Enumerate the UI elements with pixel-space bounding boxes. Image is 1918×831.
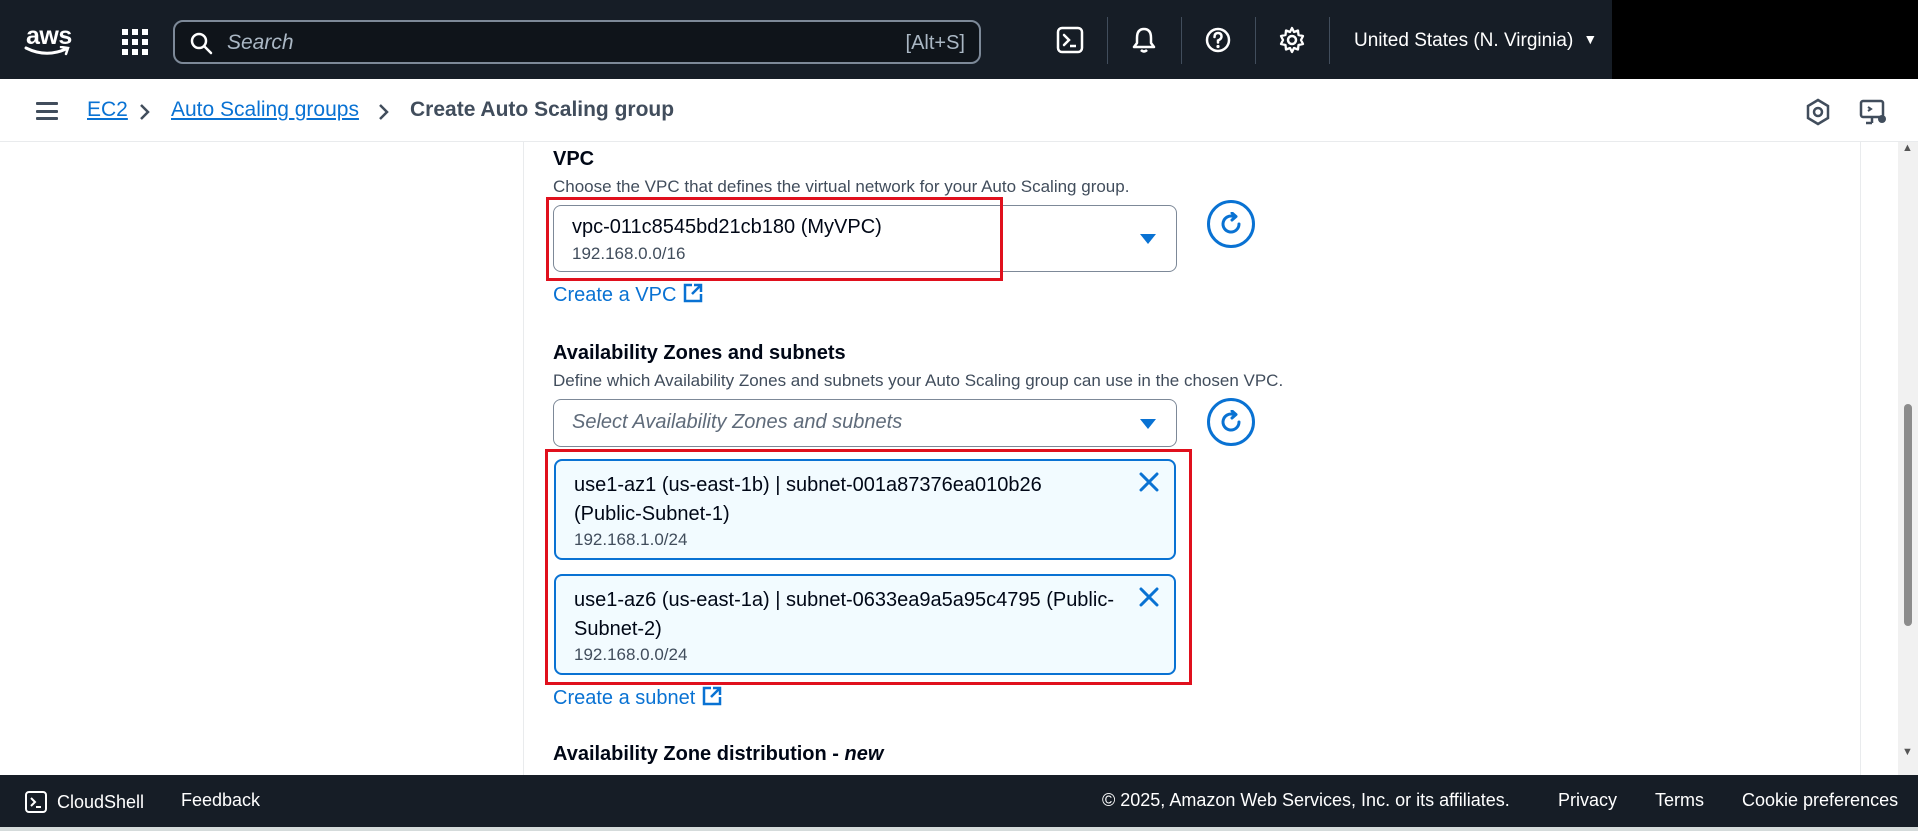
create-vpc-link[interactable]: Create a VPC — [553, 282, 704, 307]
vpc-highlight-box — [546, 197, 1003, 281]
services-grid-icon[interactable] — [122, 29, 148, 55]
content-divider — [523, 142, 524, 775]
help-icon[interactable] — [1202, 24, 1234, 56]
az-distribution-label: Availability Zone distribution - new — [553, 743, 884, 765]
az-subnets-placeholder: Select Availability Zones and subnets — [572, 411, 903, 433]
notifications-bell-icon[interactable] — [1128, 24, 1160, 56]
search-icon — [190, 32, 213, 55]
search-shortcut: [Alt+S] — [905, 32, 965, 54]
redacted-region — [1612, 0, 1918, 79]
search-input[interactable]: Search [Alt+S] — [173, 20, 981, 64]
nav-divider — [1255, 17, 1256, 64]
display-settings-icon[interactable] — [1858, 97, 1888, 127]
breadcrumb-current: Create Auto Scaling group — [410, 98, 675, 121]
scroll-down-icon[interactable]: ▼ — [1902, 746, 1913, 758]
vpc-label: VPC — [553, 148, 595, 170]
chevron-right-icon — [379, 104, 389, 120]
refresh-icon — [1221, 212, 1241, 234]
nav-divider — [1107, 17, 1108, 64]
az-subnets-label: Availability Zones and subnets — [553, 342, 846, 364]
caret-down-icon — [1140, 234, 1156, 244]
breadcrumb-ec2[interactable]: EC2 — [87, 98, 128, 122]
aws-smile-icon — [24, 46, 70, 56]
main-content: VPC Choose the VPC that defines the virt… — [0, 142, 1918, 775]
vpc-description: Choose the VPC that defines the virtual … — [553, 177, 1130, 196]
region-selector[interactable]: United States (N. Virginia) ▼ — [1354, 30, 1597, 52]
refresh-icon — [1221, 410, 1241, 432]
vpc-refresh-button[interactable] — [1207, 200, 1255, 248]
footer: CloudShell Feedback © 2025, Amazon Web S… — [0, 775, 1918, 827]
create-subnet-link[interactable]: Create a subnet — [553, 685, 723, 710]
breadcrumb-bar: EC2 Auto Scaling groups Create Auto Scal… — [0, 79, 1918, 142]
cloudshell-icon — [25, 791, 47, 813]
az-subnets-select[interactable]: Select Availability Zones and subnets — [553, 399, 1177, 447]
nav-divider — [1329, 17, 1330, 64]
search-placeholder: Search — [227, 31, 294, 54]
subnets-highlight-box — [545, 449, 1192, 685]
caret-down-icon: ▼ — [1583, 31, 1598, 47]
cloudshell-icon[interactable] — [1054, 24, 1086, 56]
copyright-text: © 2025, Amazon Web Services, Inc. or its… — [1102, 790, 1510, 810]
security-hexagon-icon[interactable] — [1803, 97, 1833, 127]
az-subnets-description: Define which Availability Zones and subn… — [553, 371, 1284, 390]
external-link-icon — [703, 686, 722, 706]
menu-icon[interactable] — [36, 102, 58, 120]
caret-down-icon — [1140, 419, 1156, 429]
cookie-preferences-link[interactable]: Cookie preferences — [1742, 790, 1898, 811]
scrollbar-thumb[interactable] — [1904, 404, 1912, 626]
external-link-icon — [684, 283, 703, 303]
cloudshell-button[interactable]: CloudShell — [24, 790, 144, 814]
top-navigation: aws Search [Alt+S] United States (N. Vir… — [0, 0, 1918, 79]
scroll-up-icon[interactable]: ▲ — [1902, 142, 1913, 154]
page-scrollbar[interactable]: ▲ ▼ — [1898, 142, 1918, 775]
breadcrumb-auto-scaling-groups[interactable]: Auto Scaling groups — [171, 98, 359, 122]
window-bottom-edge — [0, 827, 1918, 831]
privacy-link[interactable]: Privacy — [1558, 790, 1617, 811]
nav-divider — [1181, 17, 1182, 64]
content-divider — [1860, 142, 1861, 775]
terms-link[interactable]: Terms — [1655, 790, 1704, 811]
chevron-right-icon — [140, 104, 150, 120]
feedback-link[interactable]: Feedback — [181, 790, 260, 811]
new-badge: new — [844, 743, 884, 765]
aws-logo[interactable]: aws — [24, 20, 74, 58]
settings-gear-icon[interactable] — [1276, 24, 1308, 56]
subnets-refresh-button[interactable] — [1207, 398, 1255, 446]
